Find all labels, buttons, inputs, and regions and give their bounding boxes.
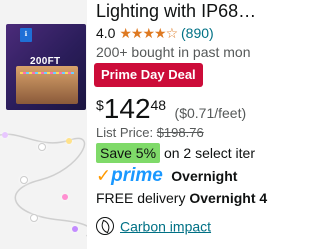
bulb-icon <box>38 143 46 151</box>
product-image[interactable]: ℹ 200FT <box>0 0 87 249</box>
price: $14248 ($0.71/feet) <box>96 94 246 124</box>
star-rating-icon[interactable]: ★★★★☆ <box>119 25 178 41</box>
carbon-impact[interactable]: Carbon impact <box>96 214 211 236</box>
list-price-value: $198.76 <box>156 125 204 140</box>
delivery-date: Overnight 4 <box>189 190 268 206</box>
rating-row[interactable]: 4.0 ★★★★☆ (890) <box>96 24 214 42</box>
prime-speed: Overnight <box>171 168 238 184</box>
prime-delivery-row: ✓prime Overnight <box>96 165 237 187</box>
unit-price: ($0.71/feet) <box>174 105 247 121</box>
bulb-icon <box>62 194 68 200</box>
bought-count: 200+ bought in past mon <box>96 44 251 60</box>
list-price: List Price: $198.76 <box>96 125 204 140</box>
delivery-prefix: FREE delivery <box>96 190 186 206</box>
product-title[interactable]: Lighting with IP68… <box>96 0 256 22</box>
prime-day-deal-badge: Prime Day Deal <box>94 63 203 87</box>
bulb-icon <box>72 226 78 232</box>
price-fraction: 48 <box>150 97 167 113</box>
bulb-icon <box>2 132 8 138</box>
rating-count-link[interactable]: (890) <box>181 25 214 41</box>
save-badge: Save 5% <box>96 143 161 163</box>
price-currency: $ <box>96 97 104 113</box>
light-string-wire <box>0 133 87 237</box>
prime-check-icon: ✓ <box>96 165 112 186</box>
prime-logo: prime <box>111 165 163 186</box>
delivery-info: FREE delivery Overnight 4 <box>96 190 267 206</box>
leaf-icon <box>96 217 114 236</box>
bulb-icon <box>20 176 28 184</box>
bulb-icon <box>30 214 38 222</box>
savings-row[interactable]: Save 5% on 2 select iter <box>96 143 255 163</box>
list-price-label: List Price: <box>96 125 154 140</box>
save-offer-link[interactable]: on 2 select iter <box>164 145 255 161</box>
rating-value: 4.0 <box>96 25 116 41</box>
bulb-icon <box>66 138 72 144</box>
price-whole: 142 <box>103 93 151 124</box>
carbon-impact-link[interactable]: Carbon impact <box>120 218 211 234</box>
